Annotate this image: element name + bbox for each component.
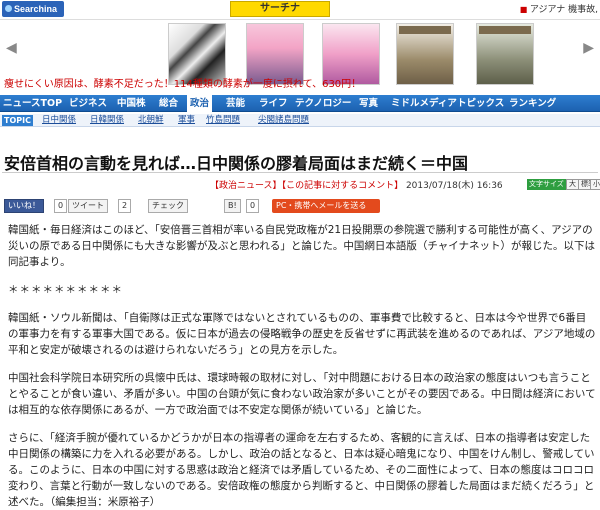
send-mail-button[interactable]: PC・携帯へメールを送る (272, 199, 380, 213)
nav-item-politics[interactable]: 政治 (187, 95, 213, 112)
topic-item-military[interactable]: 軍事 (178, 114, 195, 127)
topic-item-senkaku[interactable]: 尖閣諸島問題 (258, 114, 309, 127)
arrow-left-icon[interactable]: ◀ (6, 40, 17, 56)
nav-item-news-top[interactable]: ニュースTOP (0, 95, 65, 112)
header: Searchina サーチナ アジアナ 機事故, (0, 0, 600, 18)
topic-tag: TOPIC (2, 115, 33, 126)
nav-item-china-stocks[interactable]: 中国株 (114, 95, 149, 112)
title-divider (2, 172, 598, 173)
topic-item-takeshima[interactable]: 竹島問題 (206, 114, 240, 127)
search-button-label: サーチナ (260, 3, 300, 14)
comment-link[interactable]: 【この記事に対するコメント】 (282, 181, 404, 191)
topic-item-japan-korea[interactable]: 日韓関係 (90, 114, 124, 127)
top-news-link[interactable]: アジアナ 機事故, (520, 2, 598, 15)
nav-item-technology[interactable]: テクノロジー (292, 95, 354, 112)
arrow-right-icon[interactable]: ▶ (583, 40, 594, 56)
article-paragraph: 韓国紙・ソウル新聞は、「自衛隊は正式な軍隊ではないとされているものの、軍事費で比… (8, 312, 596, 356)
article-title: 安倍首相の言動を見れば…日中関係の膠着局面はまだ続く＝中国 (4, 154, 469, 173)
nav-item-entertainment[interactable]: 芸能 (223, 95, 248, 112)
main-nav: ニュースTOP ビジネス 中国株 総合 政治 芸能 ライフ テクノロジー 写真 … (0, 95, 600, 112)
ad-text[interactable]: 痩せにくい原因は、酵素不足だった！114種類の酵素が一度に摂れて、630円！ (0, 75, 600, 90)
facebook-like-button[interactable]: いいね！ (4, 199, 44, 213)
hatena-bookmark-button[interactable]: B! (224, 199, 241, 213)
tweet-button[interactable]: ツイート (68, 199, 108, 213)
nav-item-life[interactable]: ライフ (256, 95, 291, 112)
bookmark-count: 0 (246, 199, 260, 213)
mixi-check-button[interactable]: チェック (148, 199, 188, 213)
nav-item-general[interactable]: 総合 (156, 95, 181, 112)
like-count: 0 (54, 199, 68, 213)
article-paragraph: 中国社会科学院日本研究所の呉懐中氏は、環球時報の取材に対し、「対中問題における日… (8, 372, 596, 416)
nav-item-business[interactable]: ビジネス (66, 95, 110, 112)
topic-item-north-korea[interactable]: 北朝鮮 (138, 114, 164, 127)
text-size-small-button[interactable]: 小 (590, 179, 600, 190)
nav-item-middle-media[interactable]: ミドルメディア (388, 95, 460, 112)
article-paragraph: さらに、「経済手腕が優れているかどうかが日本の指導者の運命を左右するため、客観的… (8, 432, 595, 508)
article-body: 韓国紙・毎日経済はこのほど、「安倍晋三首相が率いる自民党政権が21日投開票の参院… (8, 222, 596, 510)
article-separator: ＊＊＊＊＊＊＊＊＊＊ (8, 284, 123, 296)
article-date: 2013/07/18(木) 16:36 (405, 181, 503, 191)
nav-item-ranking[interactable]: ランキング (506, 95, 559, 112)
article-meta: 【政治ニュース】【この記事に対するコメント】 2013/07/18(木) 16:… (210, 178, 503, 191)
tweet-count: 2 (118, 199, 132, 213)
article-paragraph: 韓国紙・毎日経済はこのほど、「安倍晋三首相が率いる自民党政権が21日投開票の参院… (8, 224, 596, 268)
text-size-label: 文字サイズ (527, 179, 566, 190)
nav-item-topics[interactable]: トピックス (454, 95, 507, 112)
ad-text-label[interactable]: 痩せにくい原因は、酵素不足だった！114種類の酵素が一度に摂れて、630円！ (4, 79, 361, 90)
searchina-logo[interactable]: Searchina (2, 1, 64, 17)
search-button[interactable]: サーチナ (230, 1, 330, 17)
nav-item-photo[interactable]: 写真 (356, 95, 381, 112)
category-link[interactable]: 【政治ニュース】 (210, 181, 282, 191)
topic-item-japan-china[interactable]: 日中関係 (42, 114, 76, 127)
topic-bar: TOPIC 日中関係 日韓関係 北朝鮮 軍事 竹島問題 尖閣諸島問題 (0, 114, 600, 127)
